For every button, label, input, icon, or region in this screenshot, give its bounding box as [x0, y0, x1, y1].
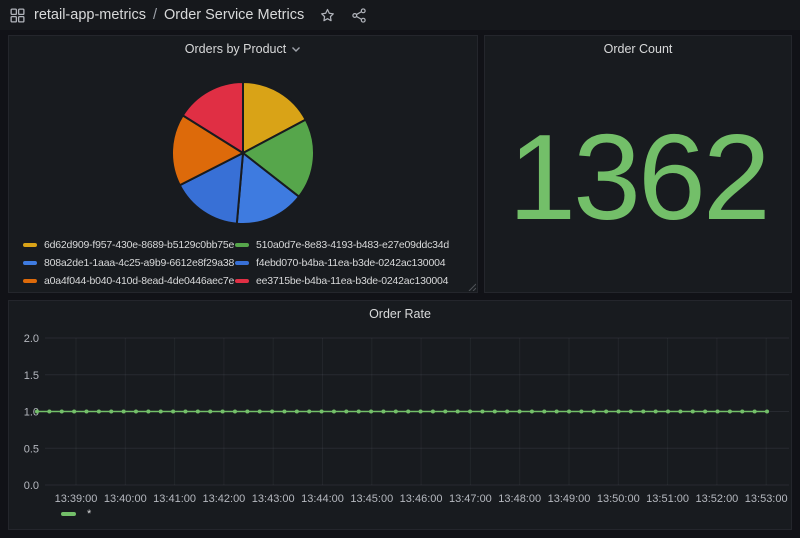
panel-title-order-count[interactable]: Order Count: [485, 36, 791, 62]
line-chart[interactable]: 0.00.51.01.52.013:39:0013:40:0013:41:001…: [9, 327, 793, 509]
y-axis-tick-label: 0.5: [24, 443, 39, 455]
series-color-swatch: [23, 261, 37, 265]
x-axis-tick-label: 13:39:00: [55, 493, 98, 505]
x-axis-tick-label: 13:42:00: [202, 493, 245, 505]
x-axis-tick-label: 13:41:00: [153, 493, 196, 505]
x-axis-tick-label: 13:43:00: [252, 493, 295, 505]
x-axis-tick-label: 13:53:00: [745, 493, 788, 505]
series-color-swatch: [23, 279, 37, 283]
x-axis-tick-label: 13:50:00: [597, 493, 640, 505]
series-label: 510a0d7e-8e83-4193-b483-e27e09ddc34d: [256, 239, 449, 251]
x-axis-tick-label: 13:40:00: [104, 493, 147, 505]
series-label: 6d62d909-f957-430e-8689-b5129c0bb75e: [44, 239, 234, 251]
series-color-swatch: [61, 512, 76, 516]
x-axis-tick-label: 13:51:00: [646, 493, 689, 505]
y-axis-tick-label: 2.0: [24, 333, 39, 345]
x-axis-tick-label: 13:49:00: [548, 493, 591, 505]
x-axis-tick-label: 13:47:00: [449, 493, 492, 505]
breadcrumb-folder[interactable]: retail-app-metrics: [34, 7, 146, 23]
x-axis-tick-label: 13:44:00: [301, 493, 344, 505]
series-label: a0a4f044-b040-410d-8ead-4de0446aec7e: [44, 275, 234, 287]
panel-orders-by-product: Orders by Product 6d62d909-f957-430e-868…: [8, 35, 478, 293]
timeseries-legend-item[interactable]: *: [61, 508, 91, 520]
stat-value: 1362: [508, 116, 767, 238]
panel-order-rate: Order Rate 0.00.51.01.52.013:39:0013:40:…: [8, 300, 792, 530]
series-label: 808a2de1-1aaa-4c25-a9b9-6612e8f29a38: [44, 257, 234, 269]
top-navbar: retail-app-metrics / Order Service Metri…: [0, 0, 800, 30]
pie-legend-item[interactable]: 6d62d909-f957-430e-8689-b5129c0bb75e: [23, 238, 235, 252]
pie-legend-item[interactable]: 510a0d7e-8e83-4193-b483-e27e09ddc34d: [235, 238, 471, 252]
y-axis-tick-label: 0.0: [24, 480, 39, 492]
breadcrumb-dashboard-title[interactable]: Order Service Metrics: [164, 7, 304, 23]
panel-title-text: Order Count: [604, 42, 673, 56]
series-color-swatch: [235, 279, 249, 283]
apps-grid-icon[interactable]: [10, 8, 25, 23]
series-label: f4ebd070-b4ba-11ea-b3de-0242ac130004: [256, 257, 445, 269]
series-color-swatch: [235, 261, 249, 265]
x-axis-tick-label: 13:46:00: [400, 493, 443, 505]
star-dashboard-button[interactable]: [320, 8, 335, 23]
chevron-down-icon: [291, 46, 301, 53]
x-axis-tick-label: 13:48:00: [498, 493, 541, 505]
x-axis-tick-label: 13:45:00: [350, 493, 393, 505]
share-icon: [351, 8, 367, 23]
series-label: *: [87, 508, 91, 520]
breadcrumb-separator: /: [153, 7, 157, 23]
panel-title-text: Orders by Product: [185, 42, 286, 56]
panel-title-text: Order Rate: [369, 307, 431, 321]
pie-legend-item[interactable]: f4ebd070-b4ba-11ea-b3de-0242ac130004: [235, 256, 471, 270]
pie-legend-item[interactable]: ee3715be-b4ba-11ea-b3de-0242ac130004: [235, 274, 471, 288]
pie-chart[interactable]: [170, 80, 316, 226]
panel-resize-handle[interactable]: [466, 281, 476, 291]
series-label: ee3715be-b4ba-11ea-b3de-0242ac130004: [256, 275, 448, 287]
pie-legend: 6d62d909-f957-430e-8689-b5129c0bb75e 510a…: [23, 238, 471, 288]
panel-title-order-rate[interactable]: Order Rate: [9, 301, 791, 327]
panel-title-orders-by-product[interactable]: Orders by Product: [9, 36, 477, 62]
stat-body: 1362: [485, 62, 791, 292]
pie-legend-item[interactable]: a0a4f044-b040-410d-8ead-4de0446aec7e: [23, 274, 235, 288]
star-icon: [320, 8, 335, 23]
breadcrumb: retail-app-metrics / Order Service Metri…: [34, 7, 304, 23]
x-axis-tick-label: 13:52:00: [695, 493, 738, 505]
panel-order-count: Order Count 1362: [484, 35, 792, 293]
series-color-swatch: [235, 243, 249, 247]
share-dashboard-button[interactable]: [351, 8, 367, 23]
pie-legend-item[interactable]: 808a2de1-1aaa-4c25-a9b9-6612e8f29a38: [23, 256, 235, 270]
y-axis-tick-label: 1.5: [24, 370, 39, 382]
series-color-swatch: [23, 243, 37, 247]
